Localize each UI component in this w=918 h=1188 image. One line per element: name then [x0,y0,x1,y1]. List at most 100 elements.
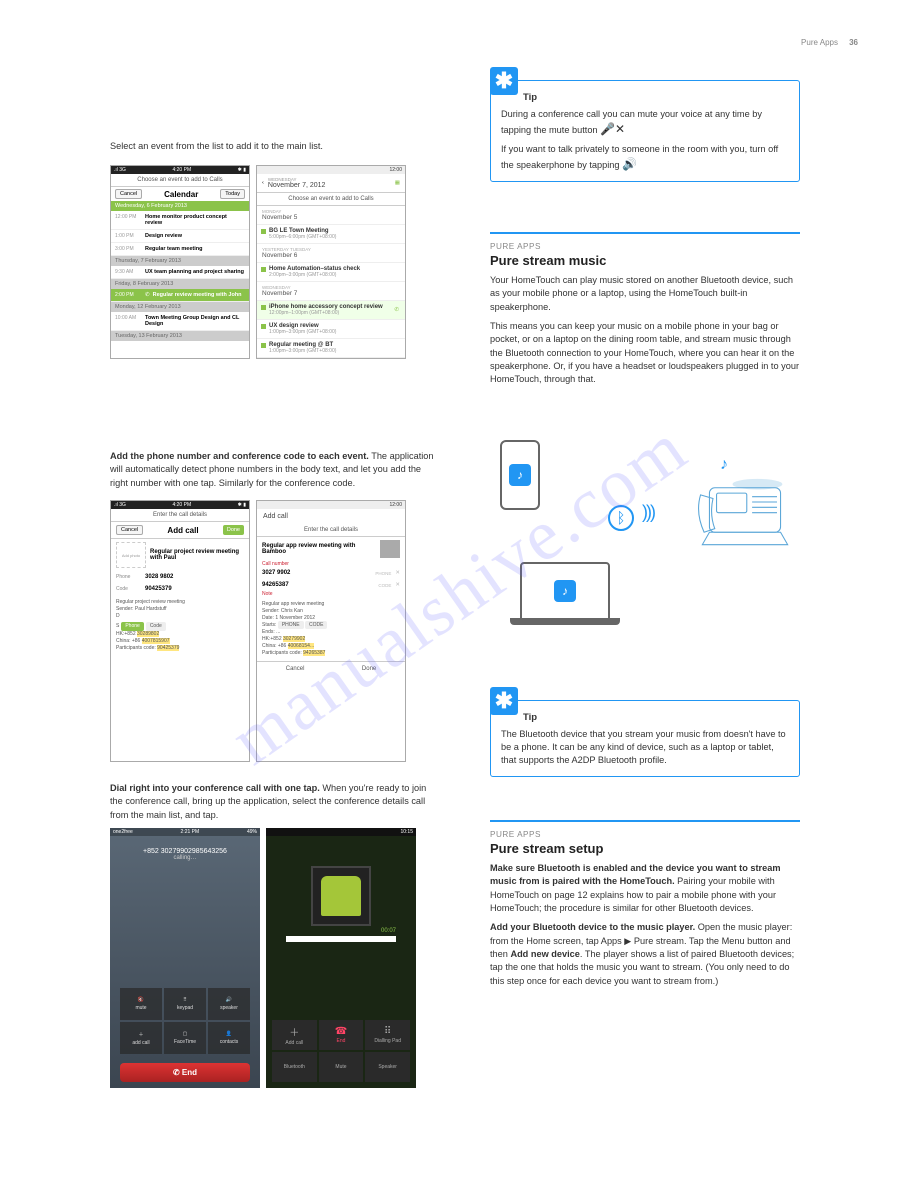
done-button[interactable]: Done [223,525,244,535]
signal-waves-icon: ))) [642,502,654,523]
done-button[interactable]: Done [362,666,376,672]
cal-event-selected[interactable]: iPhone home accessory concept review12:0… [257,301,405,320]
laptop-device-icon: ♪ [520,562,610,620]
code-field[interactable]: 94265387 [262,582,374,588]
statusbar-time: 12:00 [389,167,402,173]
cal-event[interactable]: Regular meeting @ BT1:00pm–3:00pm (GMT+0… [257,339,405,358]
tip-box: ✱ Tip The Bluetooth device that you stre… [490,700,800,777]
statusbar-time: 10:15 [400,829,413,835]
code-field[interactable]: 90425379 [145,586,244,592]
tip-title: Tip [523,91,789,105]
cal-event[interactable]: Home Automation–status check2:00pm–3:00p… [257,263,405,282]
cal-event[interactable]: 3:00 PMRegular team meeting [111,243,249,256]
phone-pill[interactable]: PHONE [278,621,304,629]
tip-box: ✱ Tip During a conference call you can m… [490,80,800,182]
cal-event[interactable]: 10:00 AMTown Meeting Group Design and CL… [111,312,249,331]
cal-event[interactable]: BG LE Town Meeting5:00pm–6:00pm (GMT+08:… [257,225,405,244]
cancel-button[interactable]: Cancel [116,525,143,535]
left-p2: Add the phone number and conference code… [110,450,440,490]
facetime-button[interactable]: ▢FaceTime [164,1022,206,1054]
cal-event[interactable]: 12:00 PMHome monitor product concept rev… [111,211,249,230]
mute-button[interactable]: Mute [319,1052,364,1082]
speaker-button[interactable]: Speaker [365,1052,410,1082]
speaker-icon: 🔊 [622,157,637,171]
mock-android-calendar: 12:00 ‹ WEDNESDAY November 7, 2012 ▦ Cho… [256,165,406,359]
cancel-button[interactable]: Cancel [286,666,305,672]
contact-image [311,866,371,926]
end-call-button[interactable]: ☎End [319,1020,364,1050]
music-note-icon: ♪ [720,456,728,474]
clear-icon[interactable]: ✕ [395,570,400,576]
figure-add-call-details: .ıl 3G4:20 PM✱ ▮ Enter the call details … [110,500,440,762]
page-number: 36 [849,38,858,47]
day-date: November 7 [262,290,400,297]
phone-field[interactable]: 3028 9802 [145,574,244,580]
left-p3: Dial right into your conference call wit… [110,782,440,822]
mute-button[interactable]: 🔇mute [120,988,162,1020]
cal-event-selected[interactable]: 2:00 PM✆Regular review meeting with John [111,289,249,302]
cal-event[interactable]: 9:30 AMUX team planning and project shar… [111,266,249,279]
plus-icon: ＋ [138,1031,143,1038]
mock-header: Choose an event to add to Calls [111,174,249,187]
bluetooth-button[interactable]: Bluetooth [272,1052,317,1082]
dial-number: +852 30279902985643256 [110,836,260,855]
phone-label: Phone [116,574,141,580]
phone-field[interactable]: 3027 9902 [262,570,371,576]
figure-calendar-select: .ıl 3G4:20 PM✱ ▮ Choose an event to add … [110,165,440,359]
calendar-icon[interactable]: ▦ [395,180,400,186]
asterisk-icon: ✱ [490,67,518,95]
keypad-button[interactable]: ⠿keypad [164,988,206,1020]
contact-icon[interactable] [380,540,400,558]
code-pill[interactable]: CODE [305,621,327,629]
keypad-icon: ⠿ [183,997,187,1003]
add-call-title: Add call [167,526,198,535]
code-pill[interactable]: Code [146,622,166,631]
mock-ios-calendar: .ıl 3G4:20 PM✱ ▮ Choose an event to add … [110,165,250,359]
clear-icon[interactable]: ✕ [395,582,400,588]
speaker-button[interactable]: 🔊speaker [208,988,250,1020]
plus-icon: ＋ [289,1024,299,1039]
code-label: Code [116,586,141,592]
header-path: Pure Apps [801,38,838,47]
date-banner: Monday, 12 February 2013 [111,302,249,312]
mock-ios-add-call: .ıl 3G4:20 PM✱ ▮ Enter the call details … [110,500,250,762]
music-note-icon: ♪ [554,580,576,602]
event-title-field[interactable]: Regular app review meeting with Bamboo [262,543,376,555]
statusbar-time: 4:20 PM [172,167,191,173]
pure-stream-p2: This means you can keep your music on a … [490,320,800,387]
dialpad-button[interactable]: ⠿Dialling Pad [365,1020,410,1050]
section-label: PURE APPS [490,242,800,251]
cal-event[interactable]: 1:00 PMDesign review [111,230,249,243]
add-photo-button[interactable]: Add photo [116,542,146,568]
detected-number: 30289802 [137,631,159,637]
notes-area: Regular project review meeting Sender: P… [116,599,244,652]
figure-music-streaming: ♪ ♪ ᛒ ))) ♪ [490,430,800,630]
call-duration: 00:07 [266,928,396,934]
speaker-icon: 🔊 [226,997,232,1003]
phone-icon: ✆ [394,307,399,313]
phone-icon: ✆ [145,292,150,298]
phone-device-icon: ♪ [500,440,540,510]
add-call-button[interactable]: ＋Add call [272,1020,317,1050]
cal-event[interactable]: UX design review1:00pm–3:00pm (GMT+08:00… [257,320,405,339]
contact-name-bar [286,936,396,942]
mock-ios-dialing: one2free2:21 PM49% +852 3027990298564325… [110,828,260,1088]
contacts-button[interactable]: 👤contacts [208,1022,250,1054]
mute-icon: 🔇 [138,997,144,1003]
event-title-field[interactable]: Regular project review meeting with Paul [150,549,244,561]
back-icon[interactable]: ‹ [262,180,264,186]
contacts-icon: 👤 [226,1031,232,1037]
section-label: PURE APPS [490,830,800,839]
end-call-button[interactable]: ✆ End [120,1063,250,1082]
phone-tag: PHONE [375,571,391,576]
tip-line2: If you want to talk privately to someone… [501,143,789,174]
add-call-button[interactable]: ＋add call [120,1022,162,1054]
section-title: Pure stream music [490,253,800,268]
figure-dial: one2free2:21 PM49% +852 3027990298564325… [110,828,440,1088]
cancel-button[interactable]: Cancel [115,189,142,199]
phone-pill[interactable]: Phone [121,622,143,631]
call-status: calling… [110,855,260,861]
detected-number: 30279902 [283,636,305,642]
date-banner: Thursday, 7 February 2013 [111,256,249,266]
today-button[interactable]: Today [220,189,245,199]
